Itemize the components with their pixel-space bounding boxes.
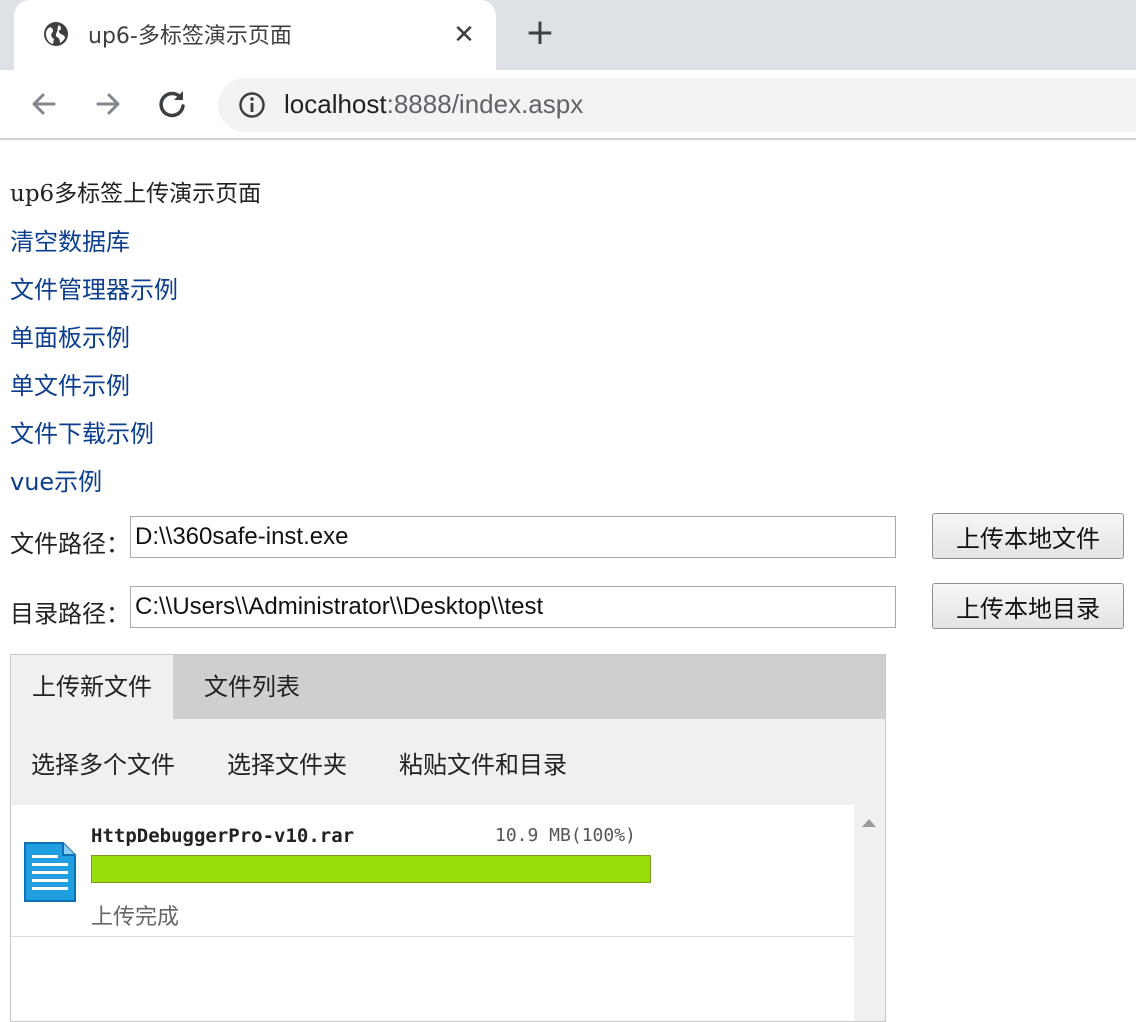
close-tab-icon[interactable]: ✕ [450,18,478,52]
new-tab-button[interactable]: + [520,14,560,54]
upload-progress-bar [91,855,651,883]
upload-local-dir-button[interactable]: 上传本地目录 [932,583,1124,629]
browser-tab[interactable]: up6-多标签演示页面 ✕ [14,0,496,70]
url-path: :8888/index.aspx [386,89,584,119]
file-list-scrollbar[interactable] [854,805,885,1021]
link-file-manager-demo[interactable]: 文件管理器示例 [10,270,178,305]
uploader-panel: 上传新文件 文件列表 选择多个文件 选择文件夹 粘贴文件和目录 HttpDebu… [10,654,886,1022]
link-vue-demo[interactable]: vue示例 [10,462,102,497]
address-bar[interactable]: localhost:8888/index.aspx [218,78,1136,132]
link-file-download-demo[interactable]: 文件下载示例 [10,414,154,449]
file-path-input[interactable] [130,516,896,558]
uploader-actions: 选择多个文件 选择文件夹 粘贴文件和目录 [11,719,885,805]
file-name: HttpDebuggerPro-v10.rar [91,825,355,847]
select-multiple-files-button[interactable]: 选择多个文件 [31,745,175,780]
upload-local-file-button[interactable]: 上传本地文件 [932,513,1124,559]
url-text[interactable]: localhost:8888/index.aspx [284,89,583,120]
paste-files-and-dirs-button[interactable]: 粘贴文件和目录 [399,745,567,780]
select-folder-button[interactable]: 选择文件夹 [227,745,347,780]
tab-title: up6-多标签演示页面 [88,24,292,49]
info-icon[interactable] [238,91,266,119]
reload-icon[interactable] [152,84,192,124]
forward-arrow-icon[interactable] [88,84,128,124]
page-heading: up6多标签上传演示页面 [10,181,262,207]
uploader-tabs: 上传新文件 文件列表 [11,655,885,719]
link-clear-database[interactable]: 清空数据库 [10,222,130,257]
file-list-item: HttpDebuggerPro-v10.rar 10.9 MB(100%) 上传… [11,805,854,937]
url-host: localhost [284,89,387,119]
document-icon [24,842,76,902]
browser-toolbar: localhost:8888/index.aspx [0,70,1136,140]
dir-path-label: 目录路径： [10,600,130,628]
upload-progress-fill [92,856,650,882]
dir-path-input[interactable] [130,586,896,628]
file-size: 10.9 MB(100%) [495,825,636,846]
browser-tabstrip: up6-多标签演示页面 ✕ + [0,0,1136,70]
file-status: 上传完成 [91,905,180,930]
tab-upload-new-file[interactable]: 上传新文件 [11,655,173,719]
globe-icon [44,22,68,46]
scroll-up-arrow-icon[interactable] [862,819,876,827]
back-arrow-icon[interactable] [24,84,64,124]
file-list-area: HttpDebuggerPro-v10.rar 10.9 MB(100%) 上传… [11,805,854,1021]
file-path-label: 文件路径： [10,530,130,558]
tab-file-list[interactable]: 文件列表 [173,655,331,719]
link-single-file-demo[interactable]: 单文件示例 [10,366,130,401]
link-single-panel-demo[interactable]: 单面板示例 [10,318,130,353]
